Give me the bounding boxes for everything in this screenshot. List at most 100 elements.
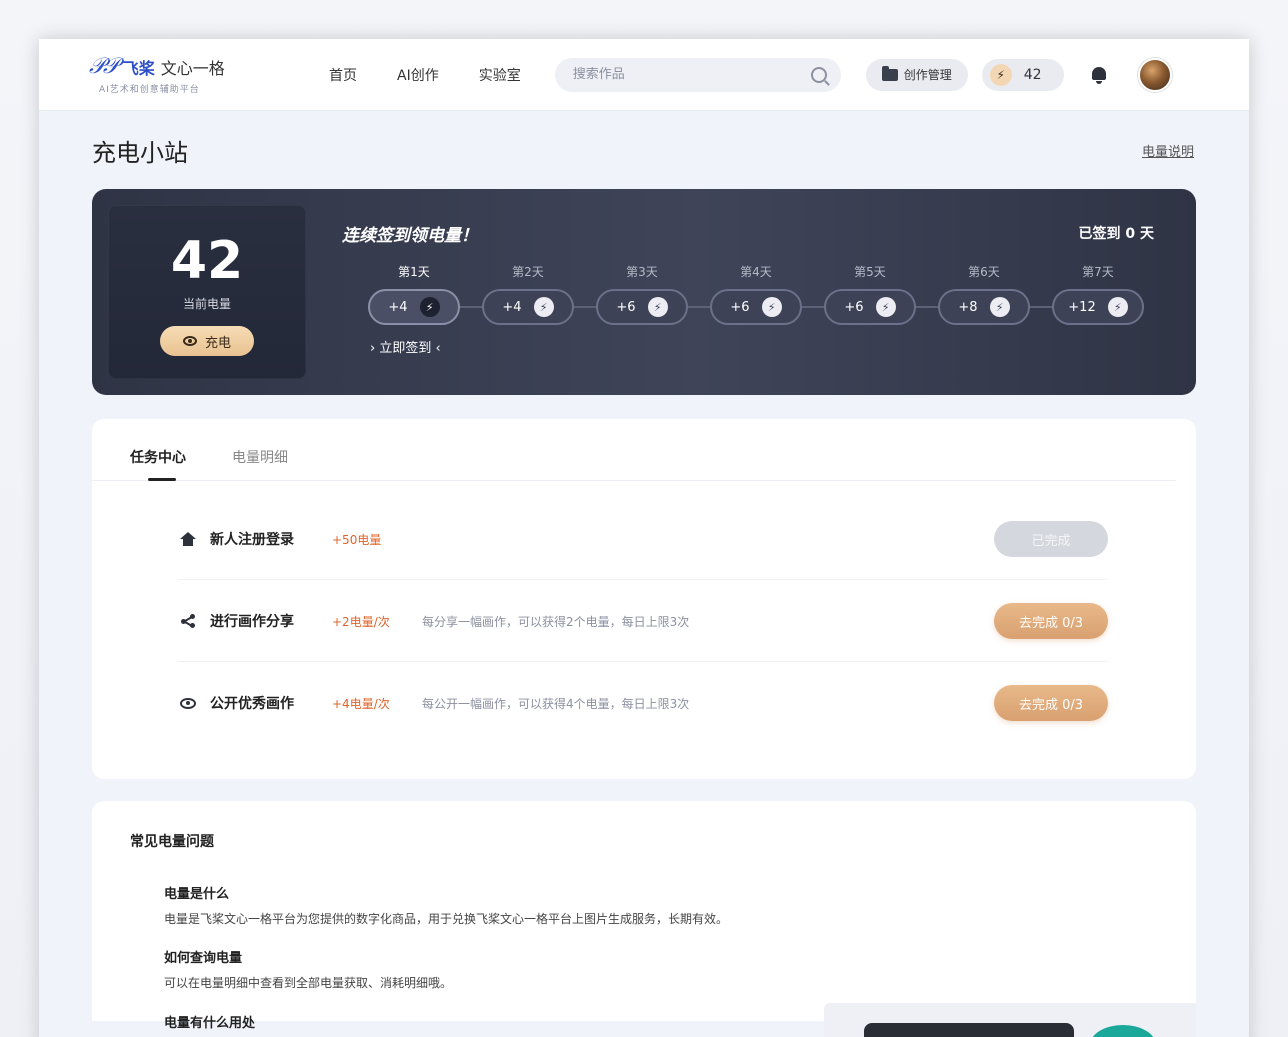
main-nav: 首页 AI创作 实验室 [329,65,521,85]
task-name: 公开优秀画作 [210,696,294,712]
day-label: 第4天 [740,265,772,279]
logo-subtitle: AI艺术和创意辅助平台 [99,85,200,95]
day-reward: +4 [388,299,408,315]
checkin-banner: 42 当前电量 充电 连续签到领电量！ 已签到 0 天 第1天 +4 ⚡ 第2天… [92,189,1196,395]
checkin-day-4[interactable]: 第4天 +6 ⚡ [710,263,802,325]
home-icon [178,532,198,546]
page-title: 充电小站 [92,138,188,167]
folder-icon [881,65,898,81]
checkin-day-1[interactable]: 第1天 +4 ⚡ [368,263,460,325]
day-reward: +8 [958,299,978,315]
task-panel: 任务中心 电量明细 新人注册登录 +50电量 已完成 进行画作分享 +2电量/次… [92,419,1196,779]
checkin-day-3[interactable]: 第3天 +6 ⚡ [596,263,688,325]
checkin-now-button[interactable]: › 立即签到 ‹ [370,337,441,356]
day-pill: +6 ⚡ [710,289,802,325]
nav-lab[interactable]: 实验室 [479,65,521,85]
day-reward: +6 [844,299,864,315]
task-row-publish: 公开优秀画作 +4电量/次 每公开一幅画作，可以获得4个电量，每日上限3次 去完… [178,679,1108,727]
energy-balance-count: 42 [1023,66,1042,83]
faq-question: 电量有什么用处 [164,1016,256,1031]
current-energy-label: 当前电量 [182,297,231,311]
creation-manage-button[interactable]: 创作管理 [865,58,968,91]
current-energy-value: 42 [170,231,244,291]
day-reward: +6 [616,299,636,315]
task-reward: +50电量 [332,532,382,547]
search-input[interactable] [572,67,793,82]
faq-answer: 可以在电量明细中查看到全部电量获取、消耗明细哦。 [164,976,453,990]
task-go-button[interactable]: 去完成 0/3 [994,685,1108,721]
checkin-day-7[interactable]: 第7天 +12 ⚡ [1052,263,1144,325]
day-label: 第5天 [854,265,886,279]
day-label: 第3天 [626,265,658,279]
task-go-button[interactable]: 去完成 0/3 [994,603,1108,639]
faq-panel: 常见电量问题 电量是什么 电量是飞桨文心一格平台为您提供的数字化商品，用于兑换飞… [92,801,1196,1037]
floating-card-badge [1090,1025,1156,1037]
tab-task-center[interactable]: 任务中心 [130,447,186,481]
nav-home[interactable]: 首页 [329,65,357,85]
task-row-register: 新人注册登录 +50电量 已完成 [178,515,1108,563]
checkin-title: 连续签到领电量！ [342,226,478,246]
logo-mark: 𝒫𝒫 [89,54,119,79]
charge-icon [182,336,197,346]
share-icon [178,614,198,628]
day-pill: +4 ⚡ [368,289,460,325]
logo-name-secondary: 文心一格 [160,58,225,78]
faq-question: 如何查询电量 [164,951,243,966]
task-name: 新人注册登录 [210,532,294,548]
day-pill: +12 ⚡ [1052,289,1144,325]
faq-item: 如何查询电量 可以在电量明细中查看到全部电量获取、消耗明细哦。 [164,947,452,991]
search-icon[interactable] [810,66,827,83]
faq-item: 电量有什么用处 [164,1012,255,1031]
faq-title: 常见电量问题 [130,834,214,850]
checkin-days: 第1天 +4 ⚡ 第2天 +4 ⚡ 第3天 +6 ⚡ 第4天 +6 ⚡ 第5天 … [368,263,1144,333]
top-header: 𝒫𝒫 飞桨 文心一格 AI艺术和创意辅助平台 首页 AI创作 实验室 创作管理 … [39,39,1249,111]
bell-icon[interactable] [1090,66,1108,84]
bolt-icon: ⚡ [1107,297,1128,317]
task-tabs: 任务中心 电量明细 [92,419,1176,481]
eye-icon [178,697,198,709]
checkin-day-6[interactable]: 第6天 +8 ⚡ [938,263,1030,325]
task-row-share: 进行画作分享 +2电量/次 每分享一幅画作，可以获得2个电量，每日上限3次 去完… [178,597,1108,645]
charge-button[interactable]: 充电 [160,326,254,356]
avatar[interactable] [1137,57,1172,92]
day-pill: +4 ⚡ [482,289,574,325]
checkin-day-2[interactable]: 第2天 +4 ⚡ [482,263,574,325]
search-box [554,57,841,92]
bolt-icon: ⚡ [875,297,896,317]
day-pill: +6 ⚡ [824,289,916,325]
day-pill: +6 ⚡ [596,289,688,325]
day-label: 第1天 [398,265,430,279]
energy-description-link[interactable]: 电量说明 [1142,141,1194,160]
divider [178,661,1108,662]
energy-balance-pill[interactable]: ⚡ 42 [981,58,1064,91]
task-desc: 每分享一幅画作，可以获得2个电量，每日上限3次 [422,614,690,629]
task-reward: +2电量/次 [332,614,390,629]
checkin-day-5[interactable]: 第5天 +6 ⚡ [824,263,916,325]
nav-ai-create[interactable]: AI创作 [397,65,439,85]
task-completed-button[interactable]: 已完成 [994,521,1108,557]
bolt-icon: ⚡ [989,63,1012,86]
bolt-icon: ⚡ [533,297,554,317]
checkin-status: 已签到 0 天 [1078,226,1155,242]
balance-card: 42 当前电量 充电 [108,205,306,379]
day-label: 第7天 [1082,265,1114,279]
faq-item: 电量是什么 电量是飞桨文心一格平台为您提供的数字化商品，用于兑换飞桨文心一格平台… [164,883,728,927]
bolt-icon: ⚡ [419,297,440,317]
faq-question: 电量是什么 [164,887,230,902]
floating-card-dark [864,1023,1074,1037]
creation-manage-label: 创作管理 [903,68,952,82]
task-reward: +4电量/次 [332,696,390,711]
day-reward: +4 [502,299,522,315]
day-label: 第2天 [512,265,544,279]
task-name: 进行画作分享 [210,614,294,630]
faq-answer: 电量是飞桨文心一格平台为您提供的数字化商品，用于兑换飞桨文心一格平台上图片生成服… [164,912,729,926]
bolt-icon: ⚡ [647,297,668,317]
app-frame: 𝒫𝒫 飞桨 文心一格 AI艺术和创意辅助平台 首页 AI创作 实验室 创作管理 … [39,39,1249,1037]
logo[interactable]: 𝒫𝒫 飞桨 文心一格 AI艺术和创意辅助平台 [89,54,289,95]
charge-label: 充电 [204,335,231,351]
logo-name: 飞桨 [122,58,155,78]
tab-energy-detail[interactable]: 电量明细 [232,447,288,481]
title-row: 充电小站 电量说明 [39,111,1249,189]
task-desc: 每公开一幅画作，可以获得4个电量，每日上限3次 [422,696,690,711]
bolt-icon: ⚡ [989,297,1010,317]
